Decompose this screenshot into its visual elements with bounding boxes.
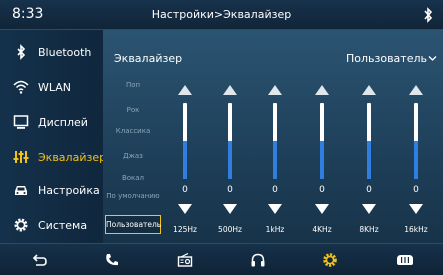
phone-icon[interactable] [104, 252, 120, 268]
eq-slider-fill [367, 141, 371, 179]
eq-band: 0 16kHz [404, 85, 428, 235]
eq-band: 0 1kHz [263, 85, 287, 235]
preset-user[interactable]: Пользователь [105, 215, 161, 234]
eq-frequency: 4KHz [312, 225, 332, 234]
arrow-down-icon[interactable] [315, 204, 329, 214]
eq-slider[interactable] [320, 103, 324, 179]
preset-rock[interactable]: Рок [103, 106, 163, 114]
preset-dropdown[interactable]: Пользователь [346, 52, 437, 65]
eq-value: 0 [227, 185, 233, 195]
eq-frequency: 1kHz [265, 225, 285, 234]
preset-jazz[interactable]: Джаз [103, 152, 163, 160]
car-control-icon[interactable] [395, 252, 415, 268]
bluetooth-icon [17, 44, 26, 60]
arrow-down-icon[interactable] [268, 204, 282, 214]
arrow-up-icon[interactable] [362, 85, 376, 95]
arrow-up-icon[interactable] [223, 85, 237, 95]
arrow-up-icon[interactable] [268, 85, 282, 95]
eq-slider[interactable] [367, 103, 371, 179]
bluetooth-icon [424, 7, 433, 23]
sidebar-item-bluetooth[interactable]: Bluetooth [0, 35, 103, 69]
arrow-up-icon[interactable] [409, 85, 423, 95]
preset-default[interactable]: По умолчанию [106, 192, 160, 200]
status-bar: 8:33 Настройки>Эквалайзер [0, 0, 443, 30]
car-icon [15, 186, 27, 195]
gear-icon [14, 218, 28, 232]
sidebar-item-label: Настройка [38, 183, 100, 197]
chevron-down-icon [428, 56, 437, 61]
arrow-down-icon[interactable] [409, 204, 423, 214]
wifi-icon [13, 80, 29, 94]
radio-icon[interactable] [177, 252, 193, 268]
preset-pop[interactable]: Поп [103, 81, 163, 89]
sidebar-item-label: Bluetooth [38, 45, 92, 59]
sidebar-item-label: Эквалайзер [38, 150, 107, 164]
eq-band: 0 125Hz [173, 85, 197, 235]
settings-icon[interactable] [322, 252, 338, 268]
equalizer-icon [13, 151, 29, 163]
eq-slider-fill [183, 141, 187, 179]
bottom-nav-bar [0, 243, 443, 275]
eq-value: 0 [366, 185, 372, 195]
arrow-down-icon[interactable] [362, 204, 376, 214]
preset-dropdown-value: Пользователь [345, 52, 427, 65]
arrow-up-icon[interactable] [178, 85, 192, 95]
arrow-down-icon[interactable] [178, 204, 192, 214]
eq-value: 0 [272, 185, 278, 195]
headphones-icon[interactable] [250, 252, 266, 268]
arrow-up-icon[interactable] [315, 85, 329, 95]
eq-band: 0 500Hz [218, 85, 242, 235]
preset-classic[interactable]: Классика [103, 127, 163, 135]
sidebar: Bluetooth WLAN Дисплей Эквалайзер Настро… [0, 30, 107, 243]
sidebar-item-label: WLAN [38, 80, 72, 94]
sidebar-item-display[interactable]: Дисплей [0, 105, 103, 139]
eq-band: 0 4KHz [310, 85, 334, 235]
sidebar-item-equalizer[interactable]: Эквалайзер [0, 140, 107, 174]
sidebar-item-wlan[interactable]: WLAN [0, 70, 103, 104]
eq-frequency: 125Hz [173, 225, 197, 234]
equalizer-panel: Эквалайзер Пользователь Поп Рок Классика… [103, 30, 443, 243]
back-icon[interactable] [32, 252, 48, 268]
eq-frequency: 16kHz [404, 225, 428, 234]
sidebar-item-label: Система [38, 218, 88, 232]
eq-slider-fill [273, 141, 277, 179]
sidebar-item-label: Дисплей [38, 115, 88, 129]
eq-band: 0 8KHz [357, 85, 381, 235]
eq-slider[interactable] [414, 103, 418, 179]
section-title: Эквалайзер [114, 52, 183, 65]
display-icon [13, 115, 29, 129]
eq-value: 0 [319, 185, 325, 195]
eq-slider[interactable] [183, 103, 187, 179]
eq-frequency: 500Hz [218, 225, 242, 234]
eq-slider[interactable] [228, 103, 232, 179]
preset-vocal[interactable]: Вокал [103, 174, 163, 182]
eq-value: 0 [182, 185, 188, 195]
eq-slider-fill [228, 141, 232, 179]
page-title: Настройки>Эквалайзер [151, 8, 292, 21]
eq-slider-fill [414, 141, 418, 179]
arrow-down-icon[interactable] [223, 204, 237, 214]
sidebar-item-setup[interactable]: Настройка [0, 173, 103, 207]
eq-frequency: 8KHz [359, 225, 379, 234]
sidebar-item-system[interactable]: Система [0, 208, 103, 242]
eq-value: 0 [413, 185, 419, 195]
eq-slider-fill [320, 141, 324, 179]
eq-slider[interactable] [273, 103, 277, 179]
